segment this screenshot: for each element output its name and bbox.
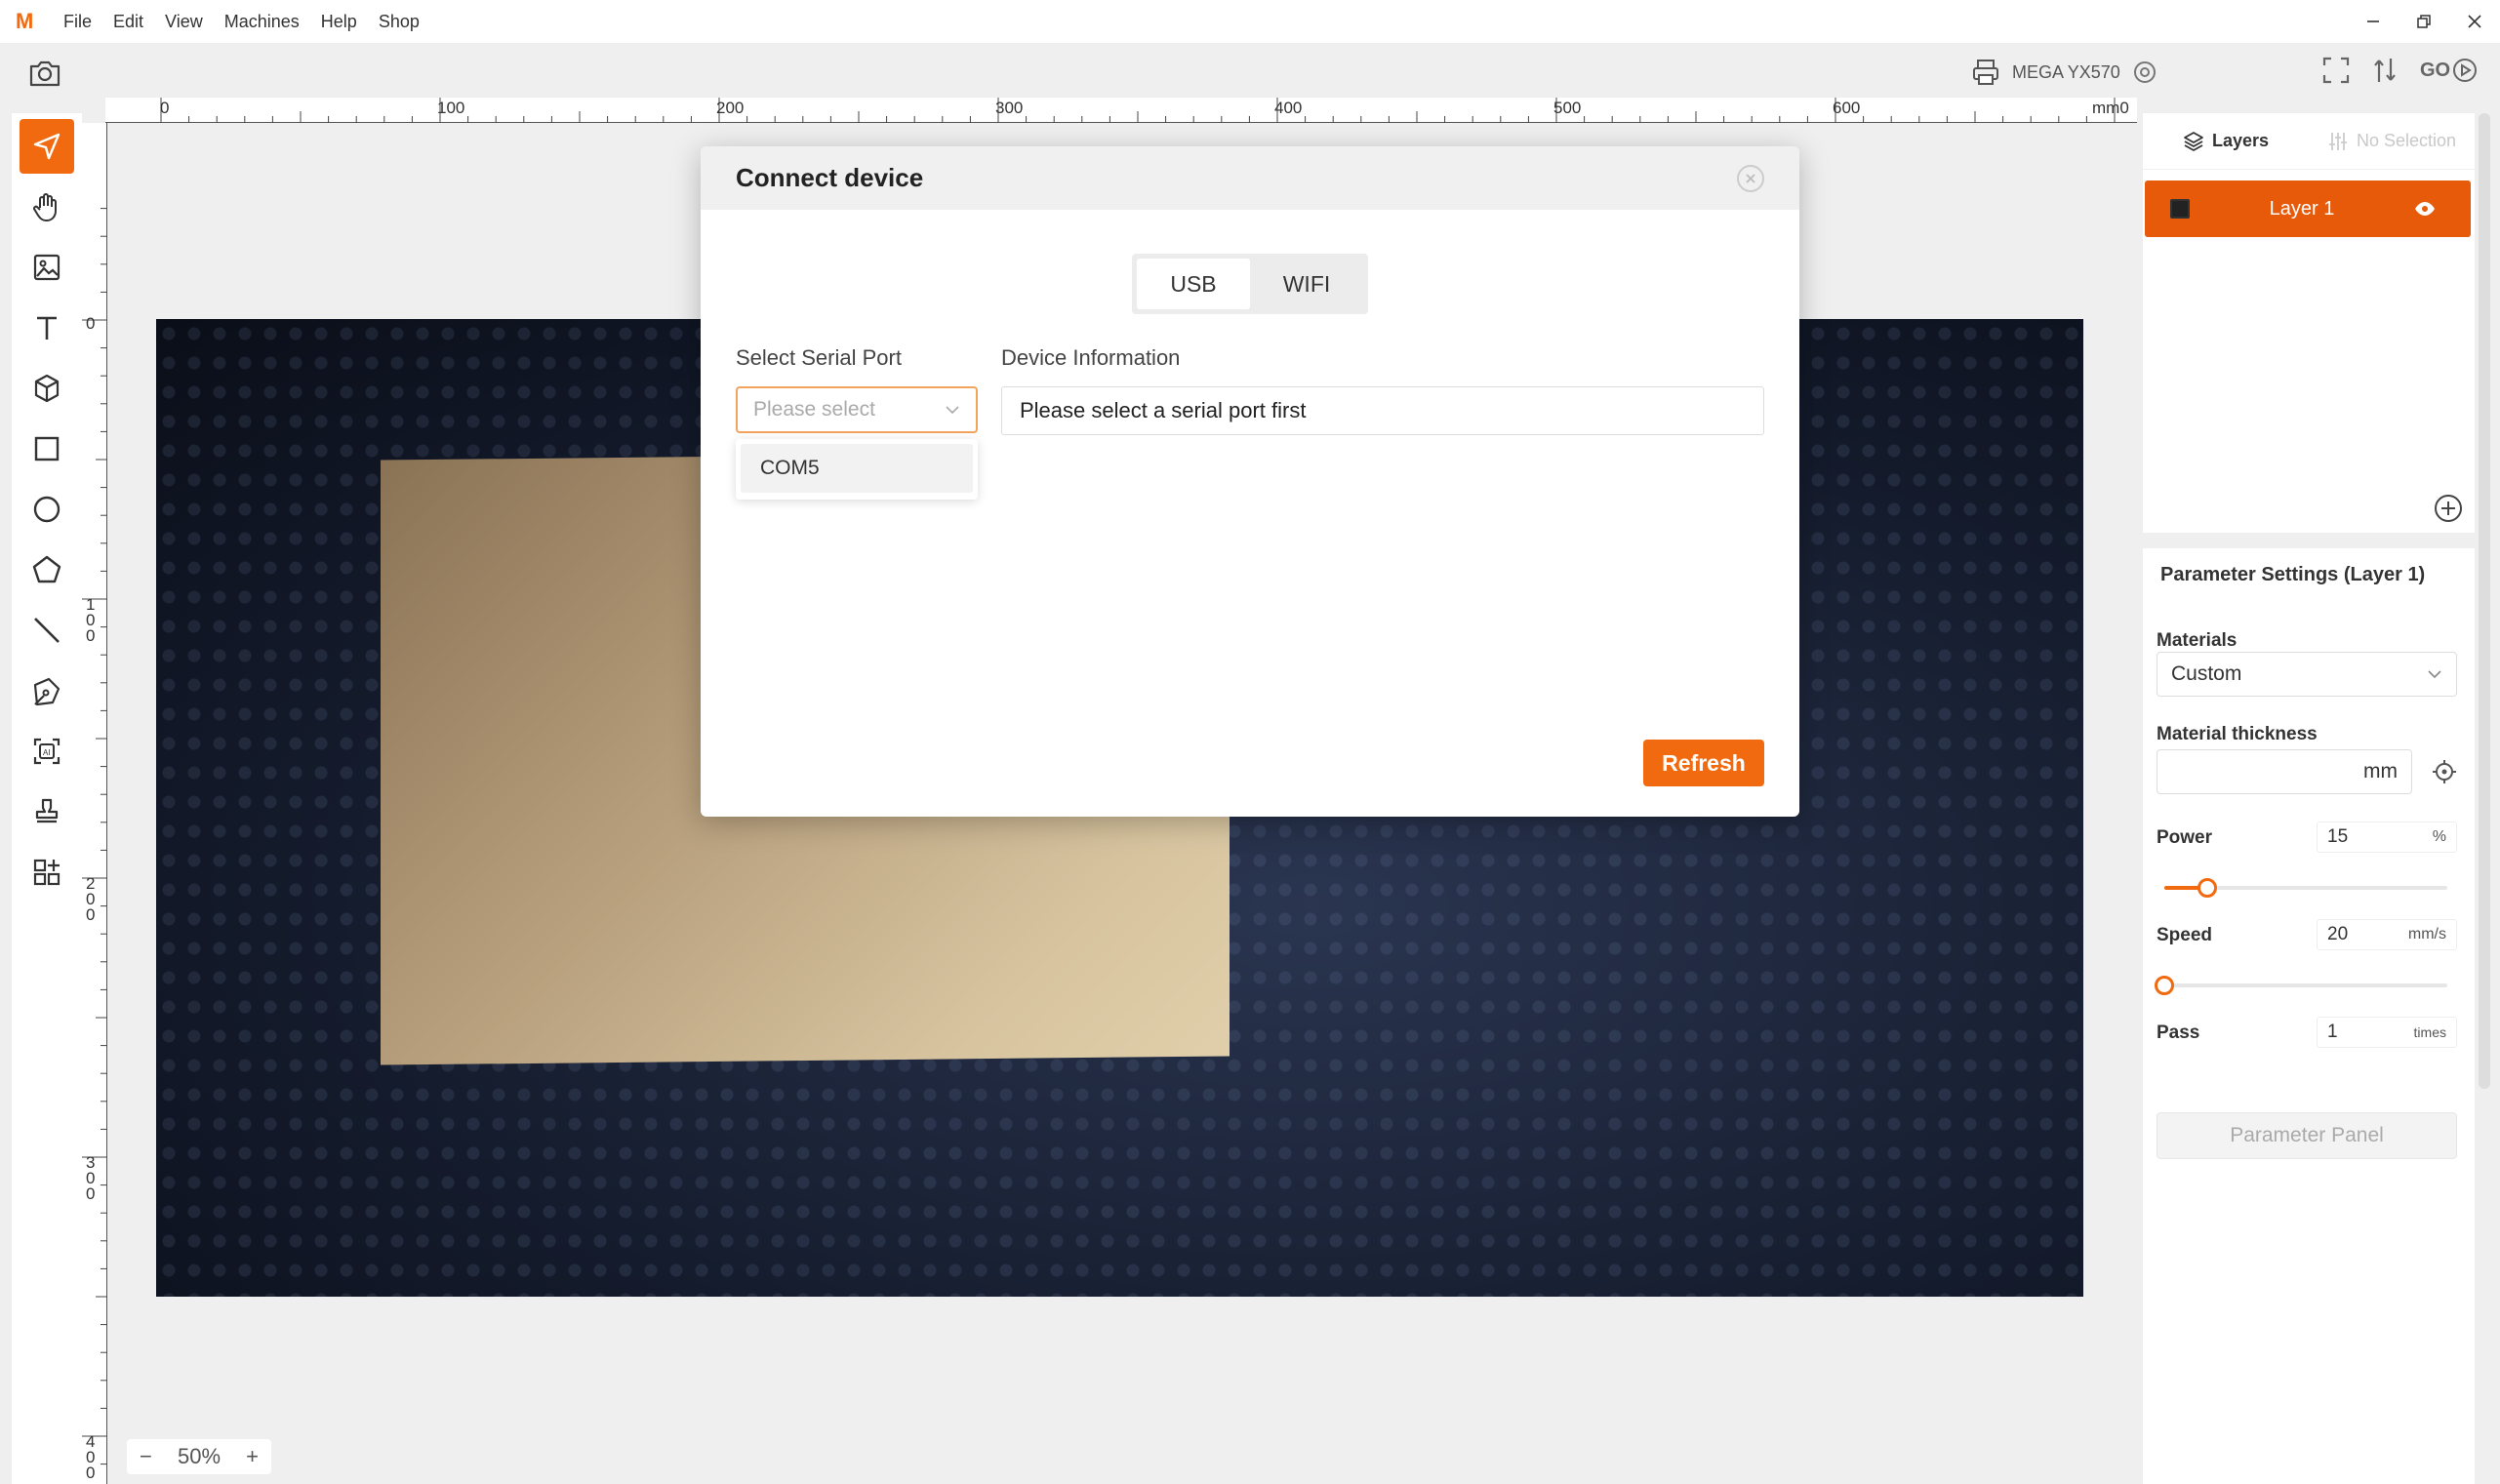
device-info-field: Please select a serial port first bbox=[1001, 386, 1764, 435]
serial-port-select[interactable]: Please select bbox=[736, 386, 978, 433]
serial-port-placeholder: Please select bbox=[753, 398, 875, 421]
dialog-title: Connect device bbox=[736, 163, 924, 192]
serial-port-dropdown: COM5 bbox=[736, 439, 978, 500]
dialog-close-icon[interactable] bbox=[1737, 164, 1764, 192]
modal-overlay: Connect device USB WIFI Select Serial Po… bbox=[0, 0, 2500, 1484]
chevron-down-icon bbox=[946, 406, 959, 415]
connection-type-toggle: USB WIFI bbox=[1132, 254, 1368, 314]
refresh-button[interactable]: Refresh bbox=[1643, 740, 1764, 786]
tab-wifi[interactable]: WIFI bbox=[1250, 259, 1363, 309]
serial-port-label: Select Serial Port bbox=[736, 345, 902, 370]
port-option[interactable]: COM5 bbox=[741, 444, 973, 493]
connect-device-dialog: Connect device USB WIFI Select Serial Po… bbox=[701, 146, 1799, 817]
dialog-header: Connect device bbox=[701, 146, 1799, 210]
device-info-label: Device Information bbox=[1001, 345, 1181, 370]
tab-usb[interactable]: USB bbox=[1137, 259, 1250, 309]
